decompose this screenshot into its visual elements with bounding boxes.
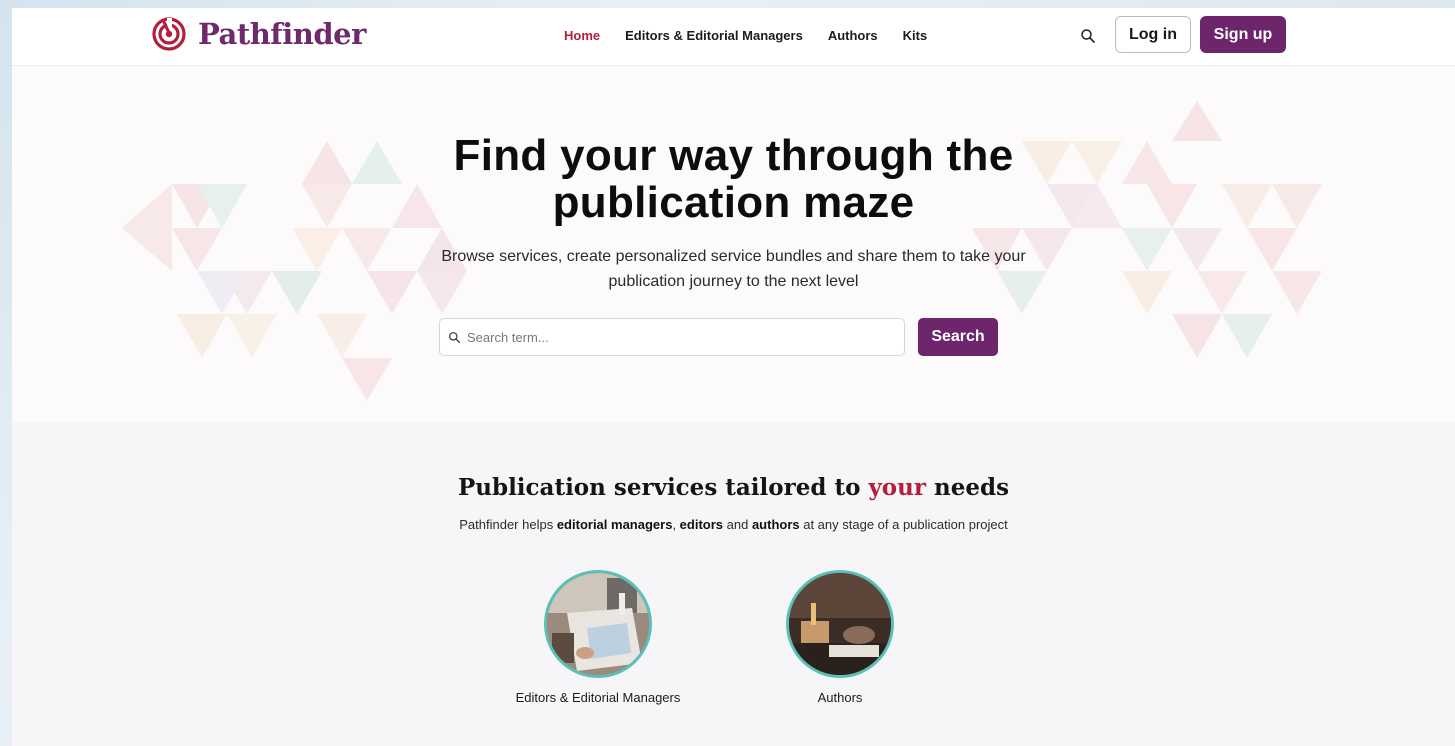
hero-section: Find your way through the publication ma… <box>12 66 1455 422</box>
services-subtitle-part: and <box>723 517 752 532</box>
hero-title-line2: publication maze <box>552 178 915 227</box>
main-nav: Home Editors & Editorial Managers Author… <box>564 28 952 43</box>
editors-card[interactable]: Editors & Editorial Managers <box>488 570 708 705</box>
hero-subtitle-line2: publication journey to the next level <box>608 273 859 290</box>
services-title-accent: your <box>868 474 926 501</box>
services-subtitle-bold: authors <box>751 517 800 532</box>
authors-photo-image <box>789 573 891 675</box>
hero-subtitle: Browse services, create personalized ser… <box>12 244 1455 294</box>
nav-editors[interactable]: Editors & Editorial Managers <box>625 28 803 43</box>
editors-photo-image <box>547 573 649 675</box>
page: Pathfinder Home Editors & Editorial Mana… <box>12 8 1455 746</box>
services-subtitle-part: at any stage of a publication project <box>799 517 1008 532</box>
services-subtitle-part: Pathfinder helps <box>459 517 557 532</box>
hero-title-line1: Find your way through the <box>453 131 1014 180</box>
search-field[interactable] <box>439 318 905 356</box>
hero-subtitle-line1: Browse services, create personalized ser… <box>441 248 1026 265</box>
services-subtitle-part: , <box>672 517 680 532</box>
pathfinder-logo-icon <box>152 17 186 51</box>
search-input[interactable] <box>467 329 887 345</box>
top-navbar: Pathfinder Home Editors & Editorial Mana… <box>12 8 1455 66</box>
search-field-icon <box>448 331 461 343</box>
nav-home[interactable]: Home <box>564 28 600 43</box>
editors-photo <box>544 570 652 678</box>
services-subtitle-bold: editors <box>679 517 724 532</box>
authors-photo <box>786 570 894 678</box>
services-subtitle: Pathfinder helps editorial managers, edi… <box>12 517 1455 532</box>
signup-button[interactable]: Sign up <box>1200 16 1286 53</box>
editors-card-label: Editors & Editorial Managers <box>515 690 681 705</box>
authors-card-label: Authors <box>817 690 863 705</box>
search-icon[interactable] <box>1080 28 1096 44</box>
services-title-before: Publication services tailored to <box>457 474 869 501</box>
hero-title: Find your way through the publication ma… <box>12 132 1455 226</box>
nav-authors[interactable]: Authors <box>828 28 878 43</box>
services-section: Publication services tailored to your ne… <box>12 422 1455 746</box>
login-button[interactable]: Log in <box>1115 16 1191 53</box>
nav-kits[interactable]: Kits <box>903 28 928 43</box>
services-title: Publication services tailored to your ne… <box>12 474 1455 501</box>
services-subtitle-bold: editorial managers <box>556 517 673 532</box>
brand-name: Pathfinder <box>198 17 366 51</box>
authors-card[interactable]: Authors <box>730 570 950 705</box>
search-button[interactable]: Search <box>918 318 998 356</box>
logo[interactable]: Pathfinder <box>152 16 366 52</box>
services-title-after: needs <box>925 474 1010 501</box>
